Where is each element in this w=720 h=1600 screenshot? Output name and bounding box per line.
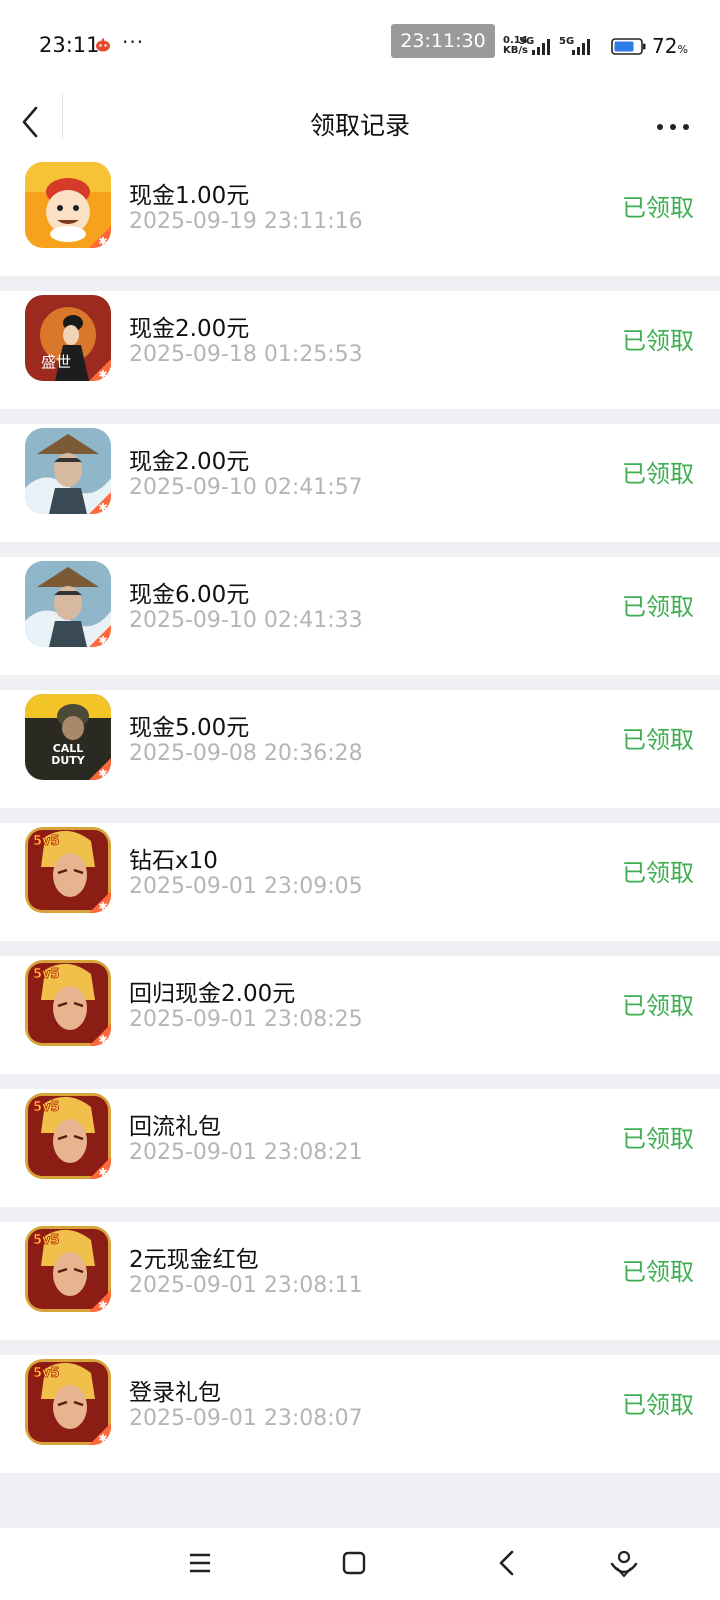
5v5-hero-game-icon: 5v5 ✱ bbox=[25, 1226, 111, 1312]
record-item[interactable]: CALL DUTY ✱ 现金5.00元 2025-09-08 20:36:28 已领… bbox=[0, 690, 720, 808]
battery-icon bbox=[611, 38, 646, 55]
notification-app-icon bbox=[96, 38, 110, 52]
record-name: 现金5.00元 bbox=[129, 715, 250, 741]
svg-text:DUTY: DUTY bbox=[51, 754, 86, 767]
record-time: 2025-09-01 23:08:11 bbox=[129, 1273, 363, 1298]
hat-warrior-game-icon: ✱ bbox=[25, 561, 111, 647]
record-time: 2025-09-01 23:08:21 bbox=[129, 1140, 363, 1165]
recent-apps-button[interactable] bbox=[180, 1546, 220, 1582]
svg-text:5v5: 5v5 bbox=[33, 967, 60, 982]
record-item[interactable]: 5v5 ✱ 2元现金红包 2025-09-01 23:08:11 已领取 bbox=[0, 1222, 720, 1340]
net-speed-unit: KB/s bbox=[503, 45, 528, 56]
record-time: 2025-09-01 23:09:05 bbox=[129, 874, 363, 899]
back-nav-button[interactable] bbox=[488, 1546, 528, 1582]
record-time: 2025-09-18 01:25:53 bbox=[129, 342, 363, 367]
5v5-hero-game-icon: 5v5 ✱ bbox=[25, 1093, 111, 1179]
record-status: 已领取 bbox=[622, 327, 694, 355]
svg-text:✱: ✱ bbox=[98, 1033, 107, 1046]
palace-lady-game-icon: 盛世 ✱ bbox=[25, 295, 111, 381]
record-item[interactable]: ✱ 现金6.00元 2025-09-10 02:41:33 已领取 bbox=[0, 557, 720, 675]
record-item[interactable]: ✱ 现金2.00元 2025-09-10 02:41:57 已领取 bbox=[0, 424, 720, 542]
record-name: 现金2.00元 bbox=[129, 449, 250, 475]
record-item[interactable]: 5v5 ✱ 登录礼包 2025-09-01 23:08:07 已领取 bbox=[0, 1355, 720, 1473]
5v5-hero-game-icon: 5v5 ✱ bbox=[25, 960, 111, 1046]
svg-text:5v5: 5v5 bbox=[33, 1233, 60, 1248]
record-status: 已领取 bbox=[622, 460, 694, 488]
record-item[interactable]: 5v5 ✱ 回流礼包 2025-09-01 23:08:21 已领取 bbox=[0, 1089, 720, 1207]
menu-lines-icon bbox=[190, 1553, 210, 1573]
record-item[interactable]: 5v5 ✱ 回归现金2.00元 2025-09-01 23:08:25 已领取 bbox=[0, 956, 720, 1074]
record-item[interactable]: 盛世 ✱ 现金2.00元 2025-09-18 01:25:53 已领取 bbox=[0, 291, 720, 409]
record-name: 登录礼包 bbox=[129, 1380, 221, 1406]
record-status: 已领取 bbox=[622, 194, 694, 222]
record-status: 已领取 bbox=[622, 593, 694, 621]
battery-level: 72% bbox=[652, 34, 688, 58]
battery-unit: % bbox=[677, 43, 688, 56]
cartoon-farmer-game-icon: ✱ bbox=[25, 162, 111, 248]
record-status: 已领取 bbox=[622, 992, 694, 1020]
record-list: ✱ 现金1.00元 2025-09-19 23:11:16 已领取 盛世 ✱ 现金… bbox=[0, 158, 720, 1488]
battery-percent: 72 bbox=[652, 34, 678, 58]
record-time: 2025-09-01 23:08:07 bbox=[129, 1406, 363, 1431]
back-chevron-icon bbox=[499, 1550, 514, 1576]
nav-header: 领取记录 bbox=[0, 88, 720, 158]
clock-overlay: 23:11:30 bbox=[391, 24, 495, 58]
home-square-icon bbox=[342, 1551, 366, 1575]
soldier-shooter-game-icon: CALL DUTY ✱ bbox=[25, 694, 111, 780]
record-name: 现金1.00元 bbox=[129, 183, 250, 209]
svg-text:✱: ✱ bbox=[98, 1299, 107, 1312]
svg-text:盛世: 盛世 bbox=[41, 353, 71, 371]
svg-text:5v5: 5v5 bbox=[33, 1366, 60, 1381]
system-nav-bar bbox=[0, 1528, 720, 1600]
status-time: 23:11 bbox=[39, 33, 100, 57]
record-name: 回归现金2.00元 bbox=[129, 981, 296, 1007]
svg-text:✱: ✱ bbox=[98, 1166, 107, 1179]
record-status: 已领取 bbox=[622, 726, 694, 754]
5v5-hero-game-icon: 5v5 ✱ bbox=[25, 827, 111, 913]
record-name: 现金6.00元 bbox=[129, 582, 250, 608]
status-bar: 23:11 ··· 23:11:30 0.14 KB/s 5G 5G 72% bbox=[0, 0, 720, 88]
record-status: 已领取 bbox=[622, 1125, 694, 1153]
page-title: 领取记录 bbox=[309, 111, 410, 140]
status-more-dots: ··· bbox=[122, 30, 145, 54]
record-name: 2元现金红包 bbox=[129, 1247, 259, 1273]
record-item[interactable]: 5v5 ✱ 钻石x10 2025-09-01 23:09:05 已领取 bbox=[0, 823, 720, 941]
more-options-button[interactable] bbox=[654, 106, 694, 140]
record-time: 2025-09-08 20:36:28 bbox=[129, 741, 363, 766]
svg-text:5v5: 5v5 bbox=[33, 1100, 60, 1115]
home-button[interactable] bbox=[334, 1546, 374, 1582]
svg-text:5v5: 5v5 bbox=[33, 834, 60, 849]
signal-icon-2 bbox=[572, 39, 590, 55]
record-status: 已领取 bbox=[622, 859, 694, 887]
record-time: 2025-09-10 02:41:33 bbox=[129, 608, 363, 633]
record-status: 已领取 bbox=[622, 1391, 694, 1419]
record-time: 2025-09-01 23:08:25 bbox=[129, 1007, 363, 1032]
svg-text:✱: ✱ bbox=[98, 634, 107, 647]
record-item[interactable]: ✱ 现金1.00元 2025-09-19 23:11:16 已领取 bbox=[0, 158, 720, 276]
record-time: 2025-09-10 02:41:57 bbox=[129, 475, 363, 500]
record-status: 已领取 bbox=[622, 1258, 694, 1286]
record-name: 钻石x10 bbox=[129, 848, 218, 874]
svg-text:✱: ✱ bbox=[98, 1432, 107, 1445]
more-dots-icon bbox=[657, 124, 689, 130]
hat-warrior-game-icon: ✱ bbox=[25, 428, 111, 514]
record-time: 2025-09-19 23:11:16 bbox=[129, 209, 363, 234]
signal-icon bbox=[532, 39, 550, 55]
record-name: 现金2.00元 bbox=[129, 316, 250, 342]
svg-text:✱: ✱ bbox=[98, 767, 107, 780]
record-name: 回流礼包 bbox=[129, 1114, 221, 1140]
svg-text:✱: ✱ bbox=[98, 368, 107, 381]
svg-text:✱: ✱ bbox=[98, 235, 107, 248]
assistant-person-icon bbox=[610, 1550, 638, 1578]
svg-text:✱: ✱ bbox=[98, 900, 107, 913]
svg-text:✱: ✱ bbox=[98, 501, 107, 514]
5v5-hero-game-icon: 5v5 ✱ bbox=[25, 1359, 111, 1445]
assistant-button[interactable] bbox=[604, 1546, 644, 1582]
